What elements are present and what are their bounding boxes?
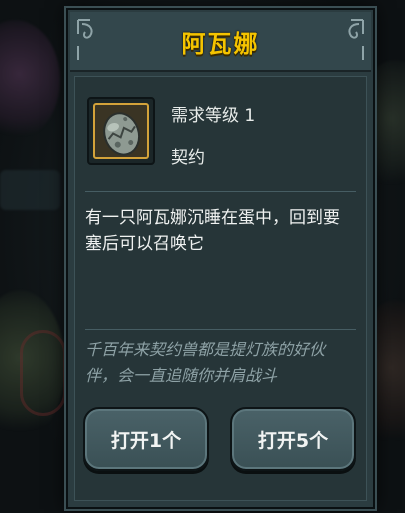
item-slot-frame xyxy=(93,103,149,159)
divider xyxy=(85,191,356,192)
background-creature xyxy=(0,20,60,140)
popup-header: 阿瓦娜 xyxy=(70,12,371,72)
background-decoration xyxy=(20,330,66,416)
item-level-requirement: 需求等级 1 xyxy=(171,106,256,126)
open-five-button[interactable]: 打开5个 xyxy=(230,407,356,471)
popup-body: 需求等级 1 契约 有一只阿瓦娜沉睡在蛋中，回到要塞后可以召唤它 千百年来契约兽… xyxy=(74,76,367,501)
corner-ornament-icon xyxy=(348,19,364,60)
item-slot[interactable] xyxy=(87,97,155,165)
item-description: 有一只阿瓦娜沉睡在蛋中，回到要塞后可以召唤它 xyxy=(85,208,340,254)
divider xyxy=(85,329,356,330)
item-type-label: 契约 xyxy=(171,148,205,168)
open-one-button[interactable]: 打开1个 xyxy=(83,407,209,471)
item-detail-popup: 阿瓦娜 需求等级 1 契约 有一只阿瓦娜沉睡在蛋中，回到要塞后可以召唤它 千百年… xyxy=(66,8,375,509)
popup-title: 阿瓦娜 xyxy=(181,30,260,58)
item-flavor-text: 千百年来契约兽都是提灯族的好伙伴，会一直追随你并肩战斗 xyxy=(85,340,326,385)
game-screen: 阿瓦娜 需求等级 1 契约 有一只阿瓦娜沉睡在蛋中，回到要塞后可以召唤它 千百年… xyxy=(0,0,405,513)
egg-icon xyxy=(103,112,141,156)
background-pedestal xyxy=(0,170,60,210)
